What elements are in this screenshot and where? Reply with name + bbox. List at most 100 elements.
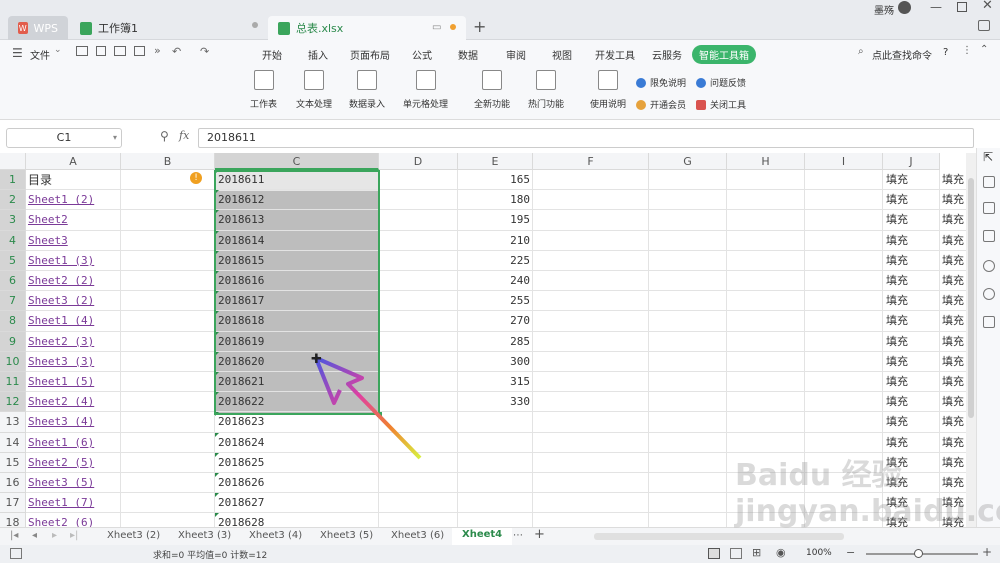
- value-cell[interactable]: 195: [460, 210, 530, 230]
- sheet-link[interactable]: Sheet3 (4): [28, 412, 120, 432]
- row-header[interactable]: 3: [0, 210, 26, 231]
- value-cell[interactable]: [460, 493, 530, 513]
- value-cell[interactable]: [460, 513, 530, 527]
- page-break-icon[interactable]: ⊞: [752, 546, 761, 559]
- zoom-out-icon[interactable]: −: [846, 546, 855, 559]
- avatar[interactable]: [898, 1, 911, 14]
- value-cell[interactable]: [460, 433, 530, 453]
- sheet-tab[interactable]: Xheet3 (4): [249, 530, 302, 541]
- value-cell[interactable]: 210: [460, 231, 530, 251]
- fill-cell[interactable]: 填充: [886, 271, 941, 291]
- zoom-search-icon[interactable]: ⚲: [160, 129, 169, 143]
- fill-cell[interactable]: 填充: [942, 453, 966, 473]
- sheet-link[interactable]: Sheet1 (2): [28, 190, 120, 210]
- last-sheet-icon[interactable]: ▸|: [70, 530, 78, 541]
- chevron-down-icon[interactable]: ▾: [113, 129, 117, 147]
- formula-input[interactable]: 2018611: [198, 128, 974, 148]
- fill-cell[interactable]: 填充: [942, 332, 966, 352]
- sheet-link[interactable]: Sheet1 (4): [28, 311, 120, 331]
- open-membership-button[interactable]: 开通会员: [636, 98, 686, 111]
- sheet-tab[interactable]: Xheet3 (6): [391, 530, 444, 541]
- column-header-d[interactable]: D: [379, 153, 458, 170]
- chevron-down-icon[interactable]: ⌄: [54, 45, 62, 55]
- value-cell[interactable]: 300: [460, 352, 530, 372]
- fill-cell[interactable]: 填充: [886, 392, 941, 412]
- data-entry-button[interactable]: 数据录入: [349, 70, 385, 110]
- row-header[interactable]: 11: [0, 372, 26, 393]
- date-cell[interactable]: 2018618: [218, 311, 378, 331]
- worksheet-button[interactable]: 工作表: [250, 70, 277, 110]
- zoom-level[interactable]: 100%: [806, 548, 832, 558]
- fill-cell[interactable]: 填充: [886, 190, 941, 210]
- sheet-tab[interactable]: Xheet3 (2): [107, 530, 160, 541]
- command-search[interactable]: 点此查找命令: [872, 47, 932, 62]
- value-cell[interactable]: [460, 473, 530, 493]
- date-cell[interactable]: 2018626: [218, 473, 378, 493]
- value-cell[interactable]: 225: [460, 251, 530, 271]
- row-header[interactable]: 14: [0, 432, 26, 453]
- date-cell[interactable]: 2018612: [218, 190, 378, 210]
- help-circle-icon[interactable]: [983, 288, 995, 300]
- row-header[interactable]: 15: [0, 452, 26, 473]
- properties-icon[interactable]: [983, 202, 995, 214]
- minimize-icon[interactable]: —: [930, 0, 942, 14]
- row-header[interactable]: 7: [0, 291, 26, 312]
- new-tab-plus-icon[interactable]: +: [473, 17, 486, 36]
- sheet-link[interactable]: Sheet3 (5): [28, 473, 120, 493]
- date-cell[interactable]: 2018611: [218, 170, 378, 190]
- toc-title-cell[interactable]: 目录: [28, 170, 120, 190]
- help-button[interactable]: ?: [943, 47, 948, 58]
- sheet-link[interactable]: Sheet1 (7): [28, 493, 120, 513]
- cell-processing-button[interactable]: 单元格处理: [403, 70, 448, 110]
- menu-home[interactable]: 开始: [262, 47, 282, 62]
- row-header[interactable]: 1: [0, 170, 26, 191]
- fill-cell[interactable]: 填充: [886, 473, 941, 493]
- print-icon[interactable]: [114, 46, 126, 56]
- column-header-g[interactable]: G: [649, 153, 727, 170]
- value-cell[interactable]: 255: [460, 291, 530, 311]
- row-header[interactable]: 12: [0, 392, 26, 413]
- fill-cell[interactable]: 填充: [942, 433, 966, 453]
- vertical-scrollbar[interactable]: [966, 153, 976, 527]
- monitor-icon[interactable]: ▭: [432, 22, 441, 33]
- fill-cell[interactable]: 填充: [886, 210, 941, 230]
- redo-icon[interactable]: ↷: [200, 45, 209, 58]
- row-header[interactable]: 9: [0, 331, 26, 352]
- sheet-link[interactable]: Sheet2 (3): [28, 332, 120, 352]
- spreadsheet-grid[interactable]: ABCDEFGHIJ 1 目录 2018611 165 填充 填充 2 Sheet1 (2) 2…: [0, 153, 966, 527]
- sheet-link[interactable]: Sheet2 (2): [28, 271, 120, 291]
- hot-features-button[interactable]: 热门功能: [528, 70, 564, 110]
- sheet-link[interactable]: Sheet3: [28, 231, 120, 251]
- free-info-button[interactable]: 限免说明: [636, 76, 686, 89]
- menu-cloud[interactable]: 云服务: [652, 47, 682, 62]
- name-box[interactable]: C1 ▾: [6, 128, 122, 148]
- zoom-in-icon[interactable]: +: [982, 545, 992, 559]
- menu-page-layout[interactable]: 页面布局: [350, 47, 390, 62]
- fill-cell[interactable]: 填充: [942, 251, 966, 271]
- row-header[interactable]: 17: [0, 493, 26, 514]
- row-header[interactable]: 10: [0, 351, 26, 372]
- history-icon[interactable]: [983, 260, 995, 272]
- transform-icon[interactable]: [983, 230, 995, 242]
- sheet-tab[interactable]: Xheet3 (5): [320, 530, 373, 541]
- print-preview-icon[interactable]: [134, 46, 145, 56]
- value-cell[interactable]: 270: [460, 311, 530, 331]
- next-sheet-icon[interactable]: ▸: [52, 530, 57, 541]
- menu-data[interactable]: 数据: [458, 47, 478, 62]
- fill-cell[interactable]: 填充: [942, 291, 966, 311]
- user-name[interactable]: 墨殇: [874, 2, 894, 17]
- add-sheet-icon[interactable]: +: [534, 527, 545, 542]
- maximize-icon[interactable]: [957, 2, 967, 12]
- fill-cell[interactable]: 填充: [886, 513, 941, 527]
- value-cell[interactable]: [460, 412, 530, 432]
- fill-cell[interactable]: 填充: [886, 251, 941, 271]
- sheet-link[interactable]: Sheet3 (3): [28, 352, 120, 372]
- warning-icon[interactable]: !: [190, 172, 202, 184]
- fill-cell[interactable]: 填充: [886, 291, 941, 311]
- fill-cell[interactable]: 填充: [886, 332, 941, 352]
- sheet-link[interactable]: Sheet2 (4): [28, 392, 120, 412]
- date-cell[interactable]: 2018614: [218, 231, 378, 251]
- menu-formula[interactable]: 公式: [412, 47, 432, 62]
- fill-cell[interactable]: 填充: [942, 170, 966, 190]
- menu-file[interactable]: 文件: [30, 47, 50, 62]
